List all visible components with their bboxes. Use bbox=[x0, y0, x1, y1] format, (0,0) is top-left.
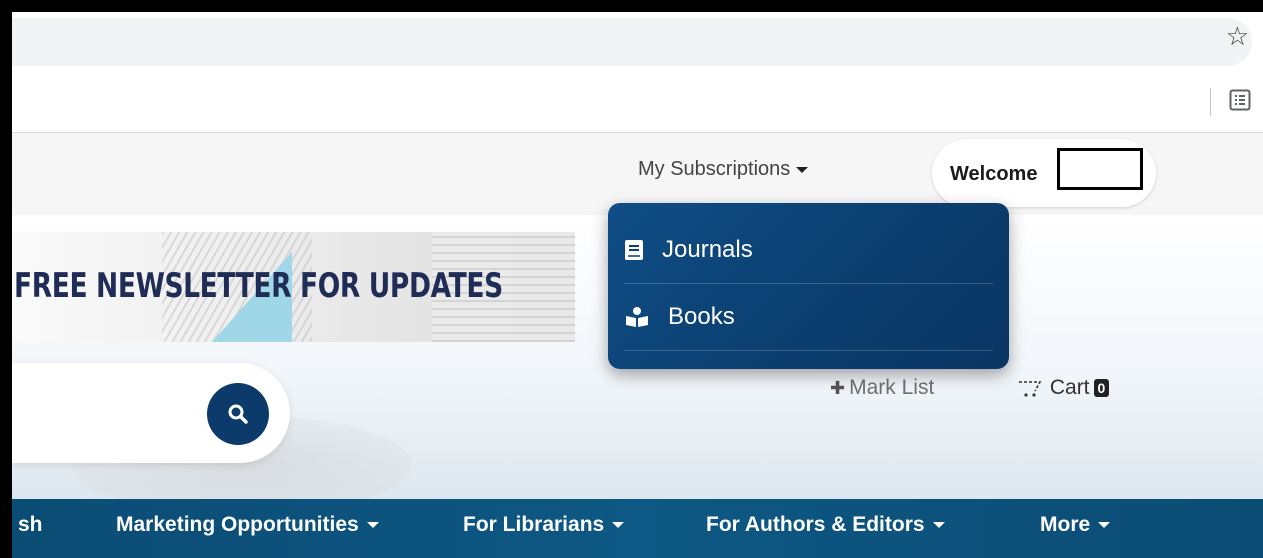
nav-item-marketing-opportunities[interactable]: Marketing Opportunities bbox=[116, 513, 379, 537]
welcome-label: Welcome bbox=[950, 163, 1038, 185]
caret-down-icon bbox=[366, 522, 379, 529]
nav-item-label: More bbox=[1040, 513, 1091, 536]
address-bar-row: ☆ bbox=[12, 12, 1263, 72]
cart-link[interactable]: Cart 0 bbox=[1018, 376, 1110, 400]
nav-item-label: Marketing Opportunities bbox=[116, 513, 359, 536]
caret-down-icon bbox=[1098, 522, 1111, 529]
my-subscriptions-label: My Subscriptions bbox=[638, 158, 791, 180]
main-nav-bar: sh Marketing Opportunities For Librarian… bbox=[12, 499, 1263, 558]
search-icon bbox=[228, 404, 248, 424]
dropdown-item-label: Books bbox=[668, 303, 735, 330]
caret-down-icon bbox=[932, 522, 945, 529]
nav-item-for-librarians[interactable]: For Librarians bbox=[463, 513, 625, 537]
cart-label: Cart bbox=[1049, 376, 1090, 399]
reading-list-icon[interactable] bbox=[1229, 89, 1251, 111]
toolbar-divider bbox=[1210, 88, 1211, 116]
newsletter-banner[interactable]: FREE NEWSLETTER FOR UPDATES bbox=[12, 232, 575, 342]
book-icon bbox=[625, 240, 643, 260]
nav-item-more[interactable]: More bbox=[1040, 513, 1111, 537]
nav-item-for-authors-editors[interactable]: For Authors & Editors bbox=[706, 513, 945, 537]
caret-down-icon bbox=[796, 166, 809, 173]
star-icon[interactable]: ☆ bbox=[1226, 24, 1249, 50]
nav-item-label: For Librarians bbox=[463, 513, 605, 536]
cart-icon bbox=[1019, 381, 1042, 398]
redacted-username bbox=[1057, 148, 1143, 190]
pin-icon: ✚ bbox=[830, 378, 846, 399]
nav-item-label: sh bbox=[18, 513, 43, 536]
nav-item-label: For Authors & Editors bbox=[706, 513, 925, 536]
address-bar[interactable] bbox=[12, 18, 1252, 66]
subscriptions-dropdown: Journals Books bbox=[608, 203, 1009, 369]
mark-list-link[interactable]: ✚ Mark List bbox=[830, 376, 934, 400]
nav-item-partial[interactable]: sh bbox=[18, 513, 43, 537]
my-subscriptions-menu[interactable]: My Subscriptions bbox=[638, 157, 809, 181]
search-box[interactable] bbox=[12, 363, 290, 463]
welcome-user-button[interactable]: Welcome bbox=[932, 139, 1156, 207]
search-button[interactable] bbox=[207, 383, 269, 445]
dropdown-item-books[interactable]: Books bbox=[624, 284, 993, 351]
banner-text: FREE NEWSLETTER FOR UPDATES bbox=[14, 266, 503, 306]
bookmarks-bar bbox=[12, 72, 1263, 133]
browser-viewport: ☆ My Subscriptions Welcome FREE NEWSLETT… bbox=[12, 12, 1263, 558]
cart-count-badge: 0 bbox=[1093, 379, 1110, 398]
mark-list-label: Mark List bbox=[849, 376, 935, 399]
reader-icon bbox=[626, 307, 648, 327]
dropdown-item-label: Journals bbox=[662, 236, 753, 263]
dropdown-item-journals[interactable]: Journals bbox=[624, 217, 993, 284]
caret-down-icon bbox=[612, 522, 625, 529]
